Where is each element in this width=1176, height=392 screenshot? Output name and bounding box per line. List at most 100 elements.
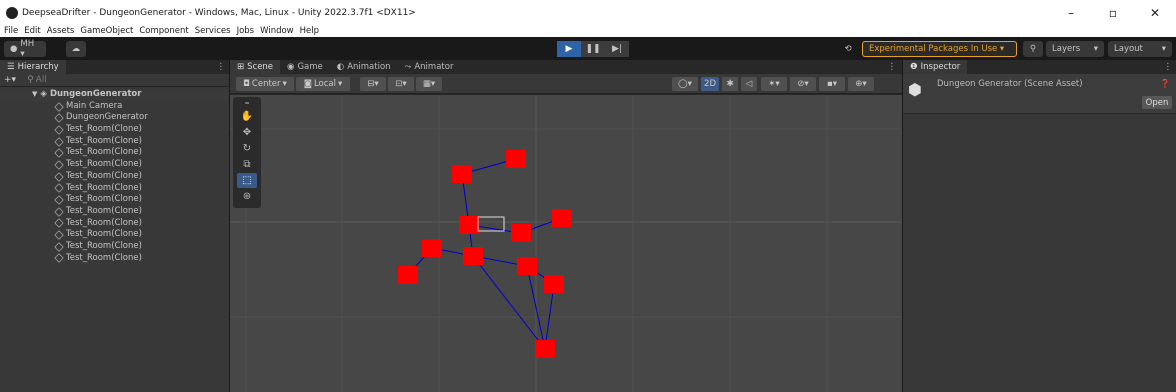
tab-hierarchy[interactable]: ☰ Hierarchy (0, 60, 66, 74)
cloud-button[interactable]: ☁ (66, 41, 86, 57)
play-controls: ▶ ❚❚ ▶| (557, 41, 629, 57)
hierarchy-item[interactable]: Test_Room(Clone) (0, 124, 229, 136)
add-button[interactable]: +▾ (4, 75, 16, 85)
experimental-packages-dropdown[interactable]: Experimental Packages In Use ▾ (862, 41, 1017, 57)
account-icon: ● (10, 44, 18, 54)
room-marker[interactable] (544, 275, 564, 293)
hidden-objects-dropdown[interactable]: ⊘▾ (790, 77, 816, 91)
scale-tool[interactable]: ⧉ (237, 157, 257, 172)
menu-assets[interactable]: Assets (43, 26, 77, 36)
room-marker[interactable] (506, 150, 526, 168)
room-marker[interactable] (459, 216, 479, 234)
tab-inspector-label: Inspector (920, 62, 961, 72)
hierarchy-item[interactable]: Test_Room(Clone) (0, 241, 229, 253)
chevron-down-icon: ▾ (1161, 44, 1166, 54)
hierarchy-item[interactable]: Test_Room(Clone) (0, 218, 229, 230)
gameobject-icon (54, 101, 64, 112)
room-marker[interactable] (452, 165, 472, 183)
scene-grid (230, 95, 902, 392)
open-button[interactable]: Open (1142, 96, 1172, 109)
menu-jobs[interactable]: Jobs (233, 26, 257, 36)
tab-animation[interactable]: ◐ Animation (330, 60, 398, 74)
effects-dropdown[interactable]: ✶▾ (761, 77, 787, 91)
room-marker[interactable] (398, 266, 418, 284)
lock-icon[interactable]: ⋮ (217, 62, 226, 72)
room-marker[interactable] (463, 247, 483, 265)
local-icon: ◙ (303, 79, 312, 89)
menu-component[interactable]: Component (135, 26, 190, 36)
hierarchy-item[interactable]: DungeonGenerator (0, 112, 229, 124)
room-marker[interactable] (422, 239, 442, 257)
more-options-icon[interactable]: ⋮ (888, 62, 897, 72)
undo-history-button[interactable]: ⟲ (838, 41, 858, 57)
gameobject-icon (54, 113, 64, 124)
menu-file[interactable]: File (0, 26, 20, 36)
hierarchy-item-label: DungeonGenerator (66, 112, 148, 123)
draw-mode-dropdown[interactable]: ◯▾ (672, 77, 698, 91)
space-dropdown[interactable]: ◙ Local ▾ (296, 77, 350, 91)
layout-dropdown[interactable]: Layout ▾ (1108, 41, 1172, 57)
menu-gameobject[interactable]: GameObject (76, 26, 135, 36)
snap-grid-dropdown[interactable]: ⊟▾ (360, 77, 386, 91)
minimize-button[interactable]: – (1050, 0, 1092, 25)
room-marker[interactable] (535, 340, 555, 358)
help-icon[interactable]: ❓ (1160, 79, 1170, 88)
tab-inspector[interactable]: ❶ Inspector (903, 60, 968, 74)
menu-services[interactable]: Services (191, 26, 233, 36)
scene-row[interactable]: ▼ ◈ DungeonGenerator (0, 89, 229, 101)
hierarchy-item[interactable]: Test_Room(Clone) (0, 183, 229, 195)
move-tool[interactable]: ✥ (237, 125, 257, 140)
room-marker[interactable] (517, 257, 537, 275)
maximize-button[interactable]: ▫ (1092, 0, 1134, 25)
menu-edit[interactable]: Edit (20, 26, 42, 36)
hierarchy-item[interactable]: Test_Room(Clone) (0, 171, 229, 183)
hierarchy-item[interactable]: Test_Room(Clone) (0, 229, 229, 241)
grid-visibility-dropdown[interactable]: ▦▾ (416, 77, 442, 91)
hierarchy-item[interactable]: Test_Room(Clone) (0, 194, 229, 206)
pause-button[interactable]: ❚❚ (581, 41, 605, 57)
close-button[interactable]: ✕ (1134, 0, 1176, 25)
overlay-handle[interactable]: ═ (237, 100, 257, 107)
camera-gizmo[interactable] (477, 216, 505, 232)
transform-tool[interactable]: ⊛ (237, 189, 257, 204)
tab-scene[interactable]: ⊞ Scene (230, 60, 281, 74)
pivot-dropdown[interactable]: ◘ Center ▾ (236, 77, 294, 91)
hierarchy-search-input[interactable]: All (36, 75, 196, 85)
step-button[interactable]: ▶| (605, 41, 629, 57)
menu-window[interactable]: Window (256, 26, 296, 36)
room-marker[interactable] (552, 209, 572, 227)
gameobject-icon (54, 136, 64, 147)
gizmos-dropdown[interactable]: ⊕▾ (848, 77, 874, 91)
hierarchy-item[interactable]: Test_Room(Clone) (0, 136, 229, 148)
layers-dropdown[interactable]: Layers ▾ (1046, 41, 1104, 57)
hierarchy-item[interactable]: Test_Room(Clone) (0, 159, 229, 171)
tab-game[interactable]: ◉ Game (280, 60, 330, 74)
menu-help[interactable]: Help (296, 26, 321, 36)
hierarchy-item[interactable]: Test_Room(Clone) (0, 253, 229, 265)
scene-viewport[interactable]: ═ ✋ ✥ ↻ ⧉ ⬚ ⊛ (230, 95, 902, 392)
room-marker[interactable] (511, 224, 531, 242)
hierarchy-item[interactable]: Test_Room(Clone) (0, 147, 229, 159)
gameobject-icon (54, 183, 64, 194)
camera-settings-dropdown[interactable]: ▪▾ (819, 77, 845, 91)
scene-toolbar: ◘ Center ▾ ◙ Local ▾ ⊟▾ ⊡▾ ▦▾ ◯▾ 2D ✱ ◁ … (230, 74, 902, 94)
search-button[interactable]: ⚲ (1023, 41, 1043, 57)
audio-toggle[interactable]: ◁ (741, 77, 757, 91)
inspector-tabbar: ❶ Inspector ⋮ (903, 60, 1176, 74)
hierarchy-item[interactable]: Main Camera (0, 101, 229, 113)
rect-tool[interactable]: ⬚ (237, 173, 257, 188)
2d-toggle[interactable]: 2D (701, 77, 719, 91)
lock-icon[interactable]: ⋮ (1164, 62, 1173, 72)
gamepad-icon: ◉ (287, 62, 295, 72)
scene-canvas[interactable] (230, 95, 902, 392)
hierarchy-item-label: Test_Room(Clone) (66, 135, 142, 146)
hand-tool[interactable]: ✋ (237, 109, 257, 124)
account-dropdown[interactable]: ● MH ▾ (4, 39, 46, 59)
snap-increment-dropdown[interactable]: ⊡▾ (388, 77, 414, 91)
rotate-tool[interactable]: ↻ (237, 141, 257, 156)
lighting-toggle[interactable]: ✱ (722, 77, 738, 91)
play-button[interactable]: ▶ (557, 41, 581, 57)
hierarchy-item[interactable]: Test_Room(Clone) (0, 206, 229, 218)
gameobject-icon (54, 125, 64, 135)
tab-animator[interactable]: ⤳ Animator (398, 60, 461, 74)
